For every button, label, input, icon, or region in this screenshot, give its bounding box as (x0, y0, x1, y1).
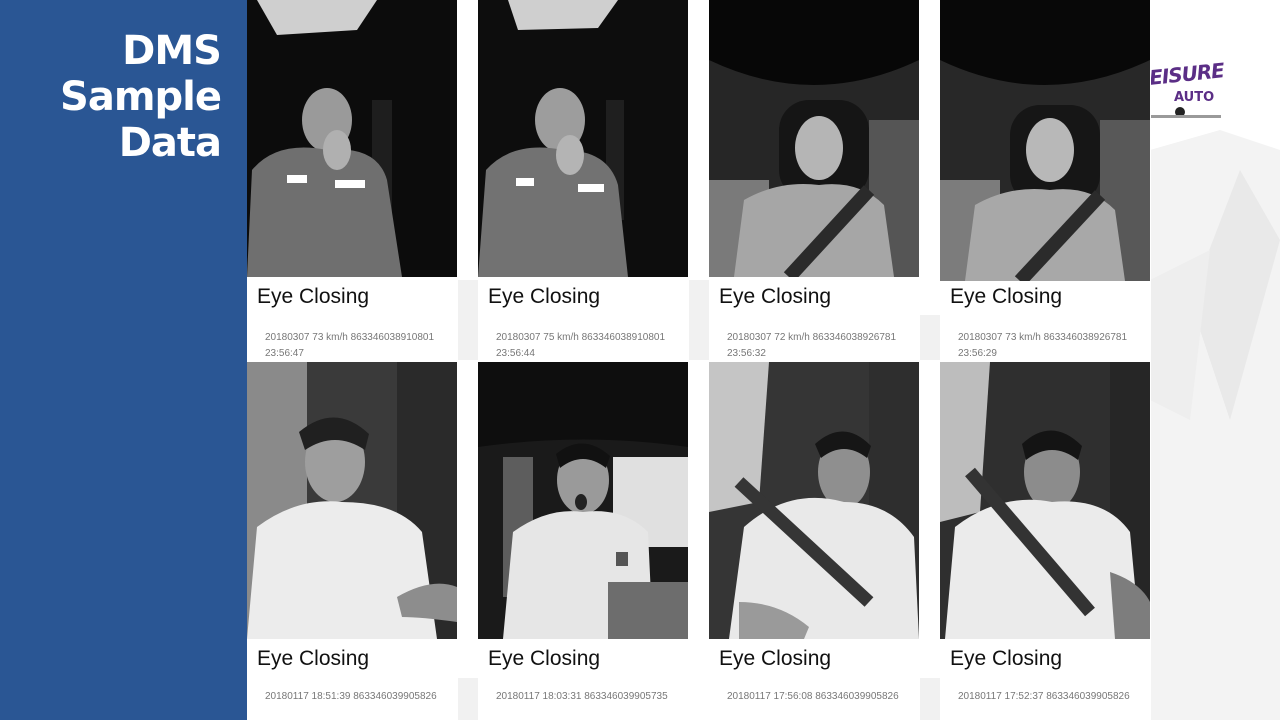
column-gap (457, 678, 478, 720)
driver-photo (247, 362, 457, 639)
slide-title: DMS Sample Data (60, 28, 222, 166)
sample-label: Eye Closing (488, 647, 601, 670)
driver-photo (940, 0, 1150, 281)
driver-photo (709, 362, 919, 639)
sample-meta: 20180307 75 km/h 863346038910801 23:56:4… (496, 332, 666, 359)
sidebar-panel: DMS Sample Data (0, 0, 247, 720)
driver-photo (478, 0, 688, 277)
column-gap (919, 678, 940, 720)
sample-label: Eye Closing (950, 285, 1063, 308)
driver-photo (478, 362, 688, 639)
sample-card: Eye Closing 20180117 18:51:39 8633460399… (247, 362, 458, 720)
sample-meta: 20180117 18:03:31 863346039905735 (496, 691, 668, 702)
sample-card: Eye Closing 20180307 73 km/h 86334603891… (247, 0, 458, 362)
sample-meta: 20180307 73 km/h 863346038926781 23:56:2… (958, 332, 1128, 359)
sample-meta: 20180307 72 km/h 863346038926781 23:56:3… (727, 332, 897, 359)
sample-label: Eye Closing (257, 647, 370, 670)
column-gap (919, 315, 940, 360)
driver-photo (940, 362, 1150, 639)
sample-meta: 20180117 18:51:39 863346039905826 (265, 691, 437, 702)
column-gap (457, 280, 478, 360)
sample-meta: 20180117 17:52:37 863346039905826 (958, 691, 1130, 702)
title-line-3: Data (118, 120, 222, 166)
sample-card: Eye Closing 20180307 75 km/h 86334603891… (478, 0, 689, 362)
driver-photo (709, 0, 919, 277)
sample-label: Eye Closing (950, 647, 1063, 670)
title-line-2: Sample (60, 74, 222, 120)
sample-label: Eye Closing (257, 285, 370, 308)
sample-card: Eye Closing 20180307 72 km/h 86334603892… (709, 0, 920, 362)
logo-underline (1148, 115, 1221, 118)
sample-card: Eye Closing 20180117 18:03:31 8633460399… (478, 362, 689, 720)
sample-meta: 20180117 17:56:08 863346039905826 (727, 691, 899, 702)
sample-label: Eye Closing (719, 285, 832, 308)
sample-card: Eye Closing 20180307 73 km/h 86334603892… (940, 0, 1151, 362)
column-gap (688, 280, 709, 360)
sample-meta: 20180307 73 km/h 863346038910801 23:56:4… (265, 332, 435, 359)
sample-label: Eye Closing (719, 647, 832, 670)
title-line-1: DMS (122, 28, 222, 74)
sample-card: Eye Closing 20180117 17:52:37 8633460399… (940, 362, 1151, 720)
driver-photo (247, 0, 457, 277)
company-logo: EISURE AUTO (1148, 58, 1225, 120)
sample-card: Eye Closing 20180117 17:56:08 8633460399… (709, 362, 920, 720)
sample-label: Eye Closing (488, 285, 601, 308)
